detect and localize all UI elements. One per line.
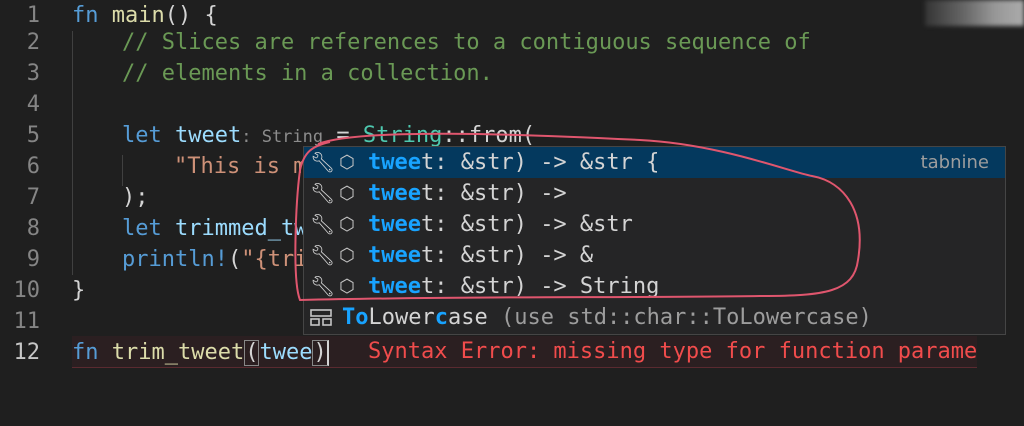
variable: trimmed_tw bbox=[175, 216, 308, 241]
tabnine-icon: ⬡ bbox=[339, 214, 355, 235]
function-name: main bbox=[111, 3, 165, 28]
operator: = bbox=[323, 123, 363, 148]
suggestion-item[interactable]: 🔧︎ ⬡ tweet: &str) -> &str bbox=[304, 209, 1005, 240]
line-number: 3 bbox=[26, 61, 40, 86]
keyword: fn bbox=[72, 3, 99, 28]
line-number: 7 bbox=[26, 185, 40, 210]
tabnine-icon: ⬡ bbox=[339, 245, 355, 266]
wrench-icon: 🔧︎ bbox=[310, 243, 336, 267]
variable: tweet bbox=[175, 123, 242, 148]
string-literal: "{tri bbox=[241, 247, 308, 272]
method-call: ::from( bbox=[442, 123, 536, 148]
suggestion-source: tabnine bbox=[920, 152, 989, 173]
suggestion-text: ToLowercase (use std::char::ToLowercase) bbox=[342, 305, 872, 330]
tabnine-icon: ⬡ bbox=[339, 276, 355, 297]
suggestion-text: tweet: &str) -> bbox=[368, 181, 567, 206]
comment: // elements in a collection. bbox=[122, 61, 493, 86]
line-number: 5 bbox=[26, 123, 40, 148]
line-number: 12 bbox=[13, 340, 41, 365]
keyword: fn bbox=[72, 340, 99, 365]
suggestion-text: tweet: &str) -> &str bbox=[368, 212, 633, 237]
code-text: // elements in a collection. bbox=[122, 58, 493, 89]
punctuation: } bbox=[72, 278, 86, 303]
comment: // Slices are references to a contiguous… bbox=[122, 30, 811, 55]
struct-icon bbox=[310, 309, 332, 326]
suggestion-item[interactable]: 🔧︎ ⬡ tweet: &str) -> &str { tabnine bbox=[304, 147, 1005, 178]
code-editor[interactable]: 1 fn main() { 2 // Slices are references… bbox=[0, 0, 1024, 416]
autocomplete-popup[interactable]: 🔧︎ ⬡ tweet: &str) -> &str { tabnine 🔧︎ ⬡… bbox=[303, 146, 1006, 335]
punctuation: () { bbox=[164, 3, 218, 28]
bracket-match: ( bbox=[244, 340, 260, 366]
punctuation: ( bbox=[227, 247, 242, 272]
line-number: 9 bbox=[26, 247, 40, 272]
code-text: fn trim_tweet(twee) bbox=[72, 337, 329, 368]
code-line: 3 // elements in a collection. bbox=[0, 58, 1024, 89]
line-number: 2 bbox=[26, 30, 40, 55]
macro-name: println! bbox=[122, 247, 228, 272]
function-name: trim_tweet bbox=[111, 340, 245, 365]
line-number: 11 bbox=[13, 309, 41, 334]
wrench-icon: 🔧︎ bbox=[310, 274, 336, 298]
code-text: println!("{tri bbox=[122, 244, 307, 275]
suggestion-item[interactable]: 🔧︎ ⬡ tweet: &str) -> bbox=[304, 178, 1005, 209]
line-number: 10 bbox=[13, 278, 41, 303]
type-hint: : String bbox=[241, 127, 324, 147]
error-message: Syntax Error: missing type for function … bbox=[368, 339, 978, 364]
suggestion-item[interactable]: 🔧︎ ⬡ tweet: &str) -> String bbox=[304, 271, 1005, 302]
code-text: // Slices are references to a contiguous… bbox=[122, 27, 811, 58]
code-line: 4 bbox=[0, 89, 1024, 120]
type-name: String bbox=[362, 123, 443, 148]
suggestion-text: tweet: &str) -> & bbox=[368, 243, 594, 268]
code-text: } bbox=[72, 275, 85, 306]
keyword: let bbox=[122, 123, 162, 148]
suggestion-text: tweet: &str) -> String bbox=[368, 274, 660, 299]
punctuation: ); bbox=[122, 185, 149, 210]
wrench-icon: 🔧︎ bbox=[310, 150, 336, 174]
code-text: let trimmed_tw bbox=[122, 213, 307, 244]
suggestion-text: tweet: &str) -> &str { bbox=[368, 150, 660, 175]
code-line: 2 // Slices are references to a contiguo… bbox=[0, 27, 1024, 58]
code-text: "This is m bbox=[174, 151, 306, 182]
tabnine-icon: ⬡ bbox=[339, 152, 355, 173]
suggestion-item[interactable]: ToLowercase (use std::char::ToLowercase) bbox=[304, 302, 1005, 333]
tabnine-icon: ⬡ bbox=[339, 183, 355, 204]
line-number: 6 bbox=[26, 154, 40, 179]
line-number: 4 bbox=[26, 92, 40, 117]
wrench-icon: 🔧︎ bbox=[310, 181, 336, 205]
blurred-region bbox=[925, 0, 1024, 26]
code-text: ); bbox=[122, 182, 149, 213]
suggestion-item[interactable]: 🔧︎ ⬡ tweet: &str) -> & bbox=[304, 240, 1005, 271]
wrench-icon: 🔧︎ bbox=[310, 212, 336, 236]
string-literal: "This is m bbox=[174, 154, 307, 179]
keyword: let bbox=[122, 216, 162, 241]
line-number: 8 bbox=[26, 216, 40, 241]
